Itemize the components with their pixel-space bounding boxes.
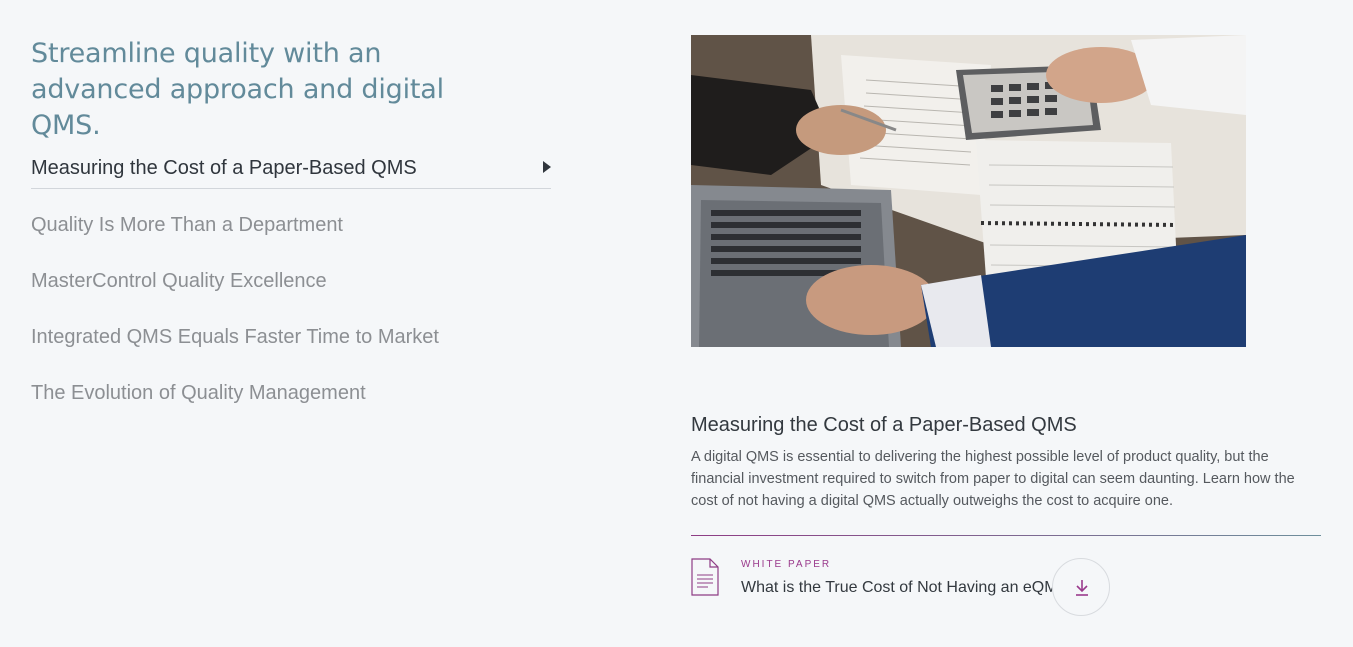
hero-photo <box>691 35 1246 347</box>
topic-item-quality-department[interactable]: Quality Is More Than a Department <box>31 205 551 245</box>
topic-label: Measuring the Cost of a Paper-Based QMS <box>31 157 417 179</box>
topic-list: Measuring the Cost of a Paper-Based QMS … <box>31 148 551 429</box>
section-headline: Streamline quality with an advanced appr… <box>31 38 444 141</box>
detail-title: Measuring the Cost of a Paper-Based QMS <box>691 414 1077 436</box>
detail-description: A digital QMS is essential to delivering… <box>691 449 1295 509</box>
download-button[interactable] <box>1052 558 1110 616</box>
topic-label: MasterControl Quality Excellence <box>31 270 327 292</box>
topic-item-faster-time-to-market[interactable]: Integrated QMS Equals Faster Time to Mar… <box>31 317 551 357</box>
topic-item-evolution-quality-management[interactable]: The Evolution of Quality Management <box>31 373 551 413</box>
divider <box>691 535 1321 536</box>
topic-item-quality-excellence[interactable]: MasterControl Quality Excellence <box>31 261 551 301</box>
resource-type-label: WHITE PAPER <box>741 559 832 570</box>
download-icon <box>1076 580 1088 596</box>
topic-label: The Evolution of Quality Management <box>31 382 366 404</box>
topic-item-paper-based-qms[interactable]: Measuring the Cost of a Paper-Based QMS <box>31 148 551 189</box>
topic-label: Quality Is More Than a Department <box>31 214 343 236</box>
caret-right-icon <box>543 161 551 173</box>
qms-section: Streamline quality with an advanced appr… <box>0 0 1353 647</box>
document-icon <box>691 558 719 601</box>
topic-label: Integrated QMS Equals Faster Time to Mar… <box>31 326 439 348</box>
resource-title-link[interactable]: What is the True Cost of Not Having an e… <box>741 577 1077 599</box>
